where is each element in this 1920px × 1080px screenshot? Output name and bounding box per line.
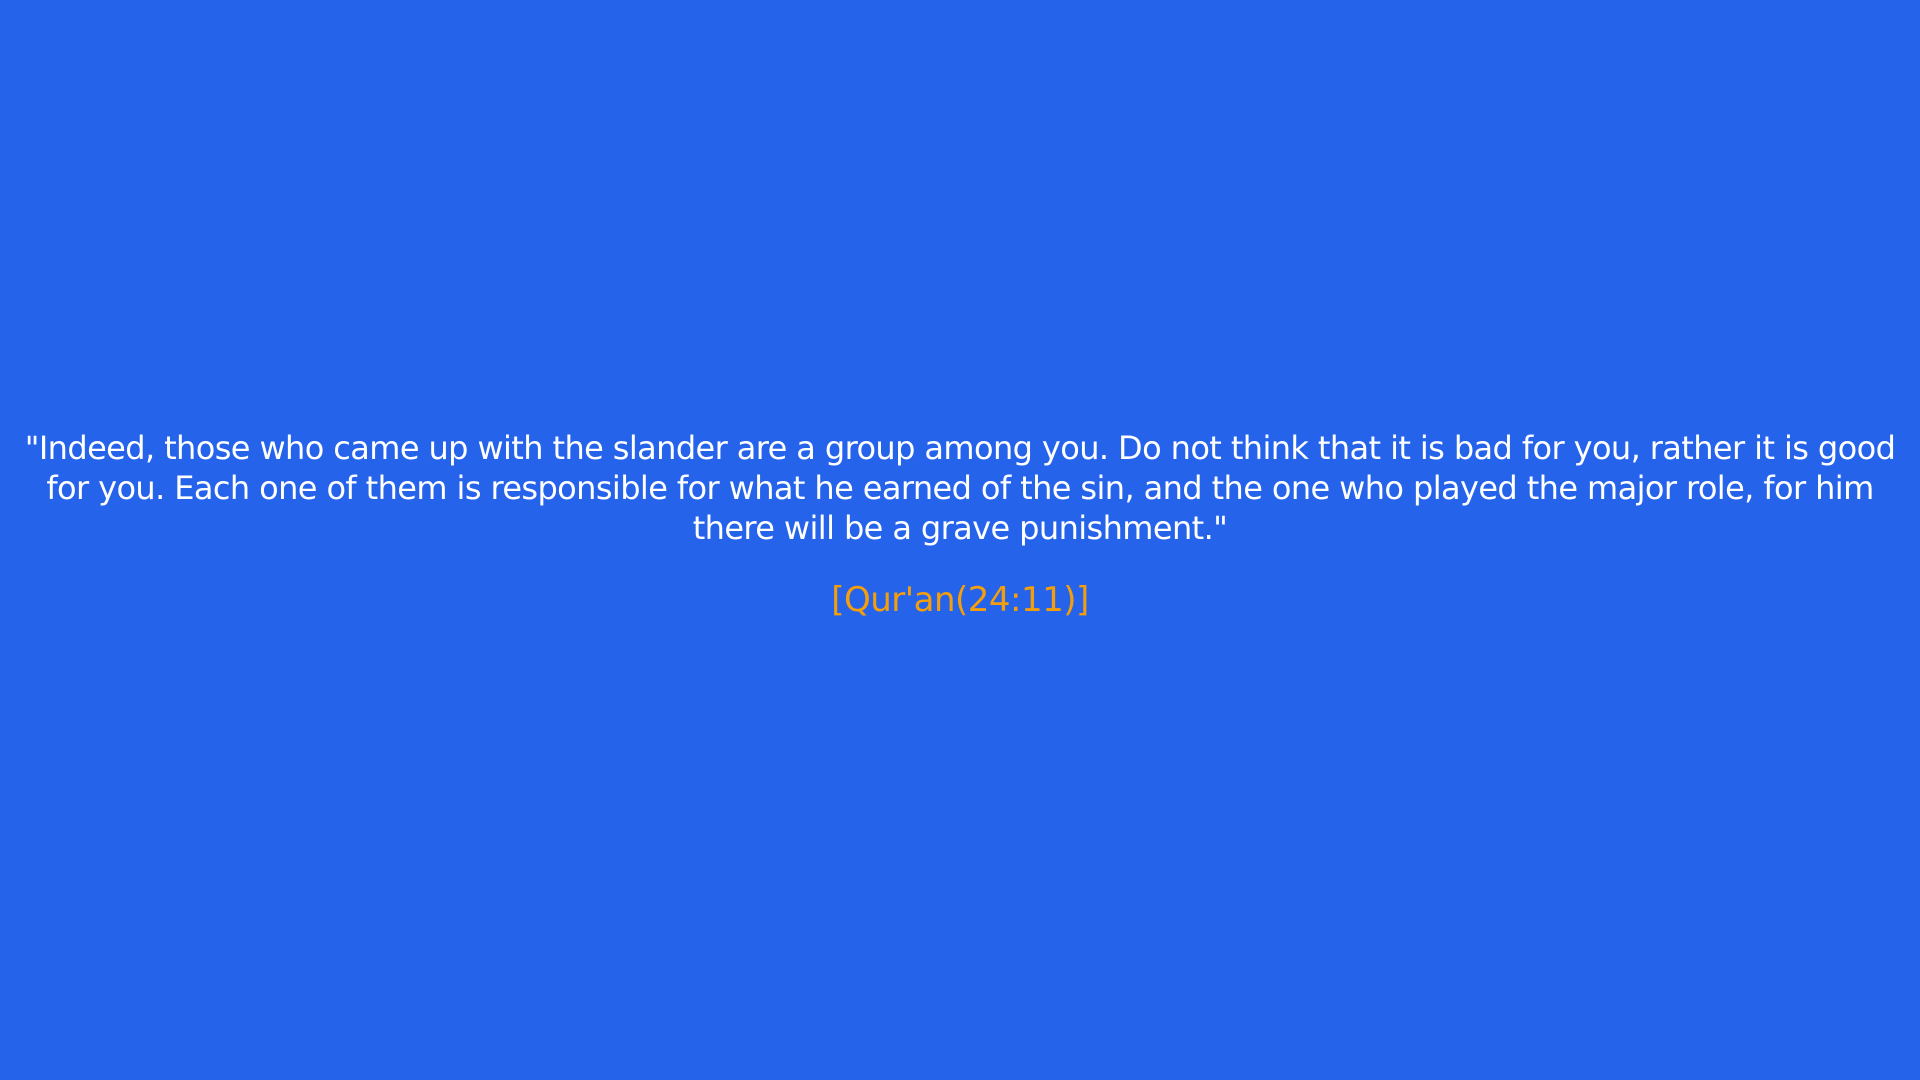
quote-screen: "Indeed, those who came up with the slan… (0, 0, 1920, 1080)
quote-block: "Indeed, those who came up with the slan… (0, 428, 1920, 622)
quote-text: "Indeed, those who came up with the slan… (24, 429, 1896, 547)
quote-citation: [Qur'an(24:11)] (831, 580, 1089, 620)
